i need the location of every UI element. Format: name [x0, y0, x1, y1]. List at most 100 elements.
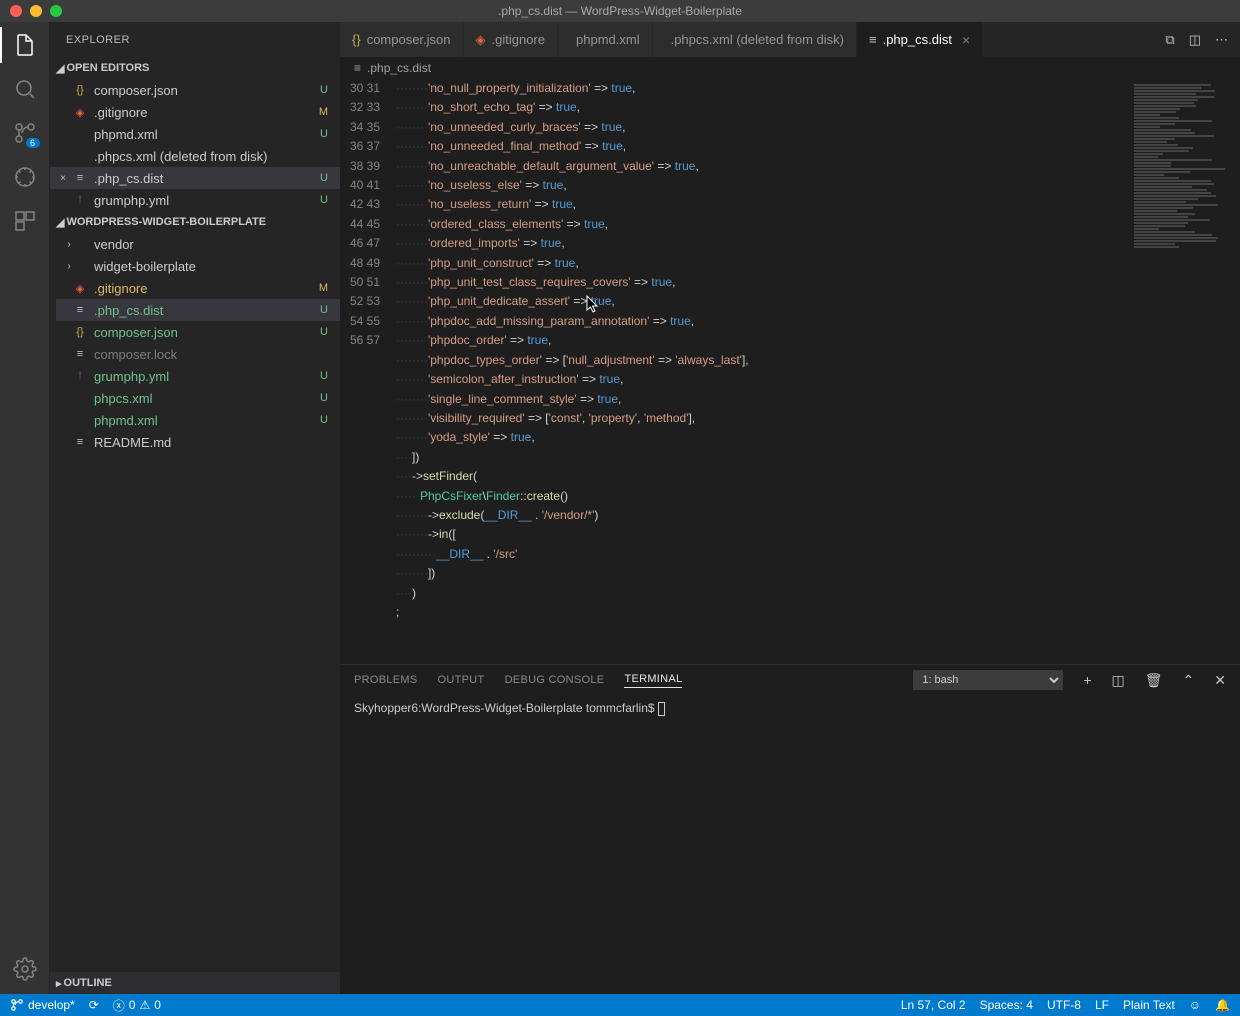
panel-tab-output[interactable]: OUTPUT	[438, 674, 485, 686]
more-icon[interactable]: ⋯	[1215, 32, 1228, 48]
scm-icon[interactable]: 6	[12, 120, 38, 146]
branch-indicator[interactable]: develop*	[10, 998, 75, 1012]
close-icon[interactable]: ×	[962, 32, 970, 48]
outline-header[interactable]: ▸OUTLINE	[50, 972, 340, 994]
file-label: composer.json	[94, 83, 320, 98]
file-status: M	[319, 282, 332, 294]
file-tree-item[interactable]: ›widget-boilerplate	[56, 255, 340, 277]
open-editor-item[interactable]: {}composer.jsonU	[50, 79, 340, 101]
open-editor-item[interactable]: phpmd.xmlU	[50, 123, 340, 145]
outline-label: OUTLINE	[64, 977, 112, 989]
tab-label: .phpcs.xml (deleted from disk)	[671, 32, 844, 47]
debug-icon[interactable]	[12, 164, 38, 190]
file-label: composer.json	[94, 325, 320, 340]
encoding-indicator[interactable]: UTF-8	[1047, 998, 1081, 1012]
file-status: U	[320, 414, 332, 426]
panel-tab-debug-console[interactable]: DEBUG CONSOLE	[505, 674, 605, 686]
kill-terminal-icon[interactable]: 🗑	[1145, 672, 1163, 689]
open-editors-label: OPEN EDITORS	[66, 62, 149, 74]
window-close-button[interactable]	[10, 5, 22, 17]
file-label: vendor	[94, 237, 328, 252]
panel-tab-terminal[interactable]: TERMINAL	[624, 673, 682, 688]
close-icon[interactable]: ×	[56, 173, 70, 184]
chevron-right-icon: ▸	[56, 977, 62, 990]
file-tree-item[interactable]: ›vendor	[56, 233, 340, 255]
file-tree-item[interactable]: phpmd.xmlU	[56, 409, 340, 431]
file-status: U	[320, 392, 332, 404]
file-icon: ≡	[869, 32, 877, 47]
panel-tab-problems[interactable]: PROBLEMS	[354, 674, 418, 686]
file-tree-item[interactable]: ≡README.md	[56, 431, 340, 453]
file-status: U	[320, 84, 332, 96]
new-terminal-icon[interactable]: +	[1083, 672, 1091, 688]
file-status: U	[320, 304, 332, 316]
file-icon: ◈	[72, 282, 88, 295]
errors-indicator[interactable]: ⓧ 0 ⚠ 0	[113, 997, 161, 1014]
file-tree-item[interactable]: ≡ composer.lock	[56, 343, 340, 365]
eol-indicator[interactable]: LF	[1095, 998, 1109, 1012]
cursor-position[interactable]: Ln 57, Col 2	[901, 998, 966, 1012]
file-tree-item[interactable]: {} composer.jsonU	[56, 321, 340, 343]
file-status: U	[320, 194, 332, 206]
file-tree-item[interactable]: !grumphp.ymlU	[56, 365, 340, 387]
search-icon[interactable]	[12, 76, 38, 102]
breadcrumb-file: .php_cs.dist	[367, 61, 431, 75]
sync-button[interactable]: ⟳	[89, 998, 99, 1012]
split-editor-icon[interactable]: ◫	[1189, 32, 1201, 48]
editor-tab[interactable]: phpmd.xml	[558, 22, 653, 57]
editor-tab[interactable]: .phpcs.xml (deleted from disk)	[653, 22, 857, 57]
terminal-content[interactable]: Skyhopper6:WordPress-Widget-Boilerplate …	[340, 695, 1240, 994]
file-icon: !	[72, 194, 88, 206]
file-label: .gitignore	[94, 281, 319, 296]
terminal-select[interactable]: 1: bash	[913, 670, 1063, 690]
maximize-panel-icon[interactable]: ⌃	[1183, 672, 1195, 689]
project-header[interactable]: ◢WORDPRESS-WIDGET-BOILERPLATE	[50, 211, 340, 233]
split-terminal-icon[interactable]: ◫	[1112, 672, 1125, 689]
editor-tab[interactable]: ◈.gitignore	[464, 22, 558, 57]
file-status: U	[320, 128, 332, 140]
file-icon: ◈	[72, 106, 88, 119]
file-icon: ≡	[72, 348, 88, 360]
open-editor-item[interactable]: ×≡.php_cs.distU	[50, 167, 340, 189]
feedback-icon[interactable]: ☺	[1189, 998, 1201, 1012]
file-status: U	[320, 326, 332, 338]
open-editors-header[interactable]: ◢OPEN EDITORS	[50, 57, 340, 79]
file-label: phpcs.xml	[94, 391, 320, 406]
code-content[interactable]: ········'no_null_property_initialization…	[396, 79, 1130, 664]
explorer-icon[interactable]	[12, 32, 38, 58]
sidebar-title: EXPLORER	[50, 22, 340, 57]
window-maximize-button[interactable]	[50, 5, 62, 17]
file-tree-item[interactable]: phpcs.xmlU	[56, 387, 340, 409]
window-title: .php_cs.dist — WordPress-Widget-Boilerpl…	[498, 4, 742, 18]
file-label: widget-boilerplate	[94, 259, 328, 274]
file-tree-item[interactable]: ◈ .gitignoreM	[56, 277, 340, 299]
file-icon: {}	[72, 326, 88, 338]
minimap[interactable]	[1130, 79, 1240, 664]
open-editor-item[interactable]: ! grumphp.ymlU	[50, 189, 340, 211]
file-status: U	[320, 172, 332, 184]
file-label: README.md	[94, 435, 328, 450]
file-label: composer.lock	[94, 347, 328, 362]
close-panel-icon[interactable]: ✕	[1214, 672, 1226, 689]
language-indicator[interactable]: Plain Text	[1123, 998, 1175, 1012]
editor-tab[interactable]: {}composer.json	[340, 22, 464, 57]
bottom-panel: PROBLEMS OUTPUT DEBUG CONSOLE TERMINAL 1: b…	[340, 664, 1240, 994]
compare-icon[interactable]: ⧉	[1165, 32, 1174, 48]
file-label: .phpcs.xml (deleted from disk)	[94, 149, 328, 164]
line-gutter: 30 31 32 33 34 35 36 37 38 39 40 41 42 4…	[340, 79, 396, 664]
tab-label: .gitignore	[492, 32, 545, 47]
extensions-icon[interactable]	[12, 208, 38, 234]
file-icon: ≡	[72, 304, 88, 316]
open-editor-item[interactable]: ◈.gitignoreM	[50, 101, 340, 123]
file-tree-item[interactable]: ≡.php_cs.distU	[56, 299, 340, 321]
window-minimize-button[interactable]	[30, 5, 42, 17]
settings-icon[interactable]	[12, 956, 38, 982]
file-label: grumphp.yml	[94, 193, 320, 208]
notifications-icon[interactable]: 🔔	[1215, 998, 1230, 1012]
file-label: grumphp.yml	[94, 369, 320, 384]
breadcrumb[interactable]: ≡.php_cs.dist	[340, 57, 1240, 79]
spaces-indicator[interactable]: Spaces: 4	[980, 998, 1033, 1012]
editor-tab[interactable]: ≡.php_cs.dist×	[857, 22, 983, 57]
open-editor-item[interactable]: .phpcs.xml (deleted from disk)	[50, 145, 340, 167]
file-label: phpmd.xml	[94, 127, 320, 142]
